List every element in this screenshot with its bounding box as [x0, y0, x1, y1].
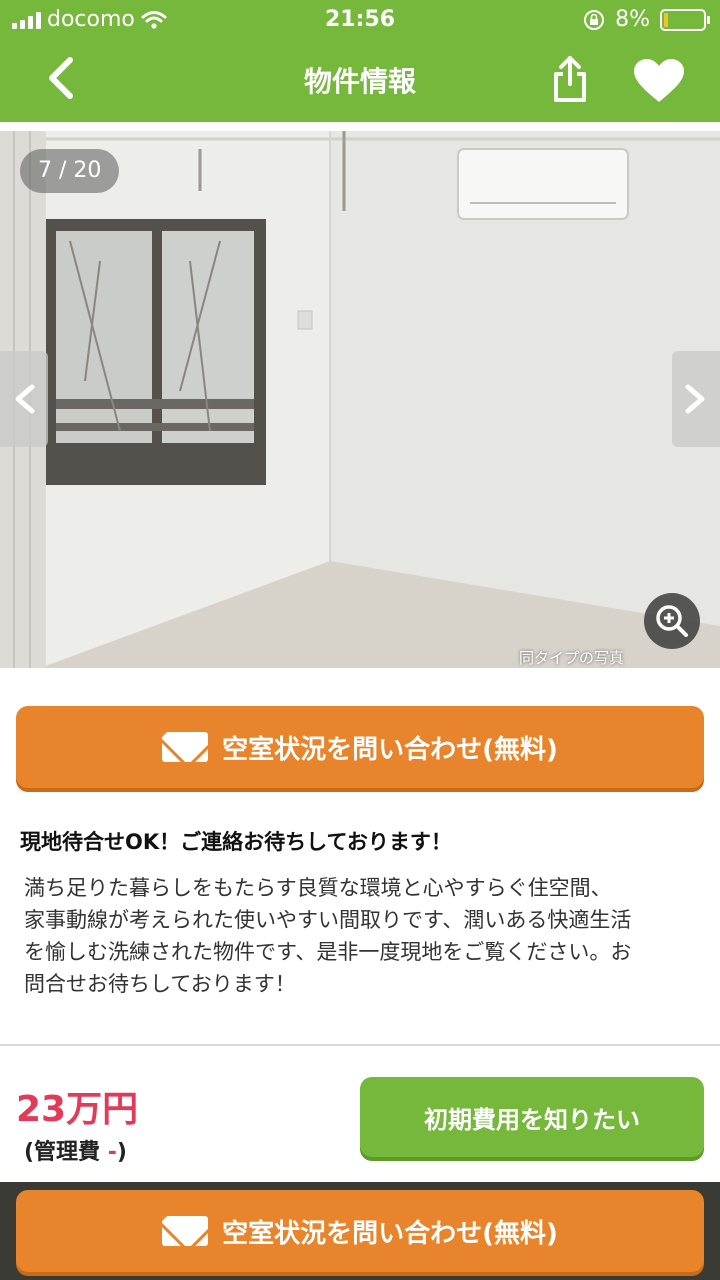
- inquire-vacancy-button[interactable]: 空室状況を問い合わせ(無料): [16, 706, 704, 788]
- battery-icon: [660, 8, 710, 31]
- description-line: 家事動線が考えられた使いやすい間取りです、潤いある快適生活: [24, 908, 632, 932]
- app-header: docomo 21:56 8% 物件情報: [0, 0, 720, 122]
- zoom-in-icon: [656, 605, 688, 637]
- description-line: 満ち足りた暮らしをもたらす良質な環境と心やすらぐ住空間、: [24, 876, 612, 900]
- room-image: [0, 131, 720, 668]
- divider: [0, 1044, 720, 1046]
- photo-caption: 同タイプの写真: [518, 649, 624, 667]
- photo-counter: 7 / 20: [20, 149, 120, 193]
- rent-price: 23万円: [16, 1089, 139, 1130]
- share-icon: [554, 56, 586, 102]
- description-title: 現地待合せOK！ご連絡お待ちしております！: [20, 830, 452, 854]
- next-photo-button[interactable]: [672, 351, 720, 447]
- management-fee: (管理費 -): [24, 1134, 127, 1166]
- initial-cost-button[interactable]: 初期費用を知りたい: [360, 1077, 704, 1157]
- heart-icon: [634, 59, 684, 102]
- description-body: 満ち足りた暮らしをもたらす良質な環境と心やすらぐ住空間、 家事動線が考えられた使…: [24, 872, 704, 1000]
- initial-cost-label: 初期費用を知りたい: [424, 1105, 640, 1134]
- chevron-right-icon: [685, 384, 705, 414]
- favorite-button[interactable]: [632, 58, 686, 104]
- management-fee-value: -: [107, 1140, 117, 1165]
- battery-percent: 8%: [615, 7, 650, 32]
- property-photo[interactable]: 7 / 20 同タイプの写真: [0, 131, 720, 668]
- chevron-left-icon: [15, 384, 35, 414]
- status-bar: docomo 21:56 8%: [0, 0, 720, 40]
- zoom-button[interactable]: [644, 593, 700, 649]
- mail-icon: [162, 1216, 209, 1246]
- page-title: 物件情報: [303, 65, 416, 98]
- bottom-bar: 空室状況を問い合わせ(無料): [0, 1182, 720, 1280]
- bottom-inquire-label: 空室状況を問い合わせ(無料): [222, 1218, 558, 1249]
- bottom-inquire-button[interactable]: 空室状況を問い合わせ(無料): [16, 1190, 704, 1272]
- rotation-lock-icon: [584, 9, 605, 30]
- inquire-vacancy-label: 空室状況を問い合わせ(無料): [222, 734, 558, 765]
- battery-group: 8%: [583, 7, 710, 32]
- description-line: 問合せお待ちしております！: [24, 972, 296, 996]
- description-line: を愉しむ洗練された物件です、是非一度現地をご覧ください。お: [24, 940, 632, 964]
- management-fee-prefix: (管理費: [24, 1140, 108, 1165]
- prev-photo-button[interactable]: [0, 351, 48, 447]
- share-button[interactable]: [548, 54, 592, 106]
- mail-icon: [162, 732, 209, 762]
- management-fee-suffix: ): [116, 1140, 127, 1165]
